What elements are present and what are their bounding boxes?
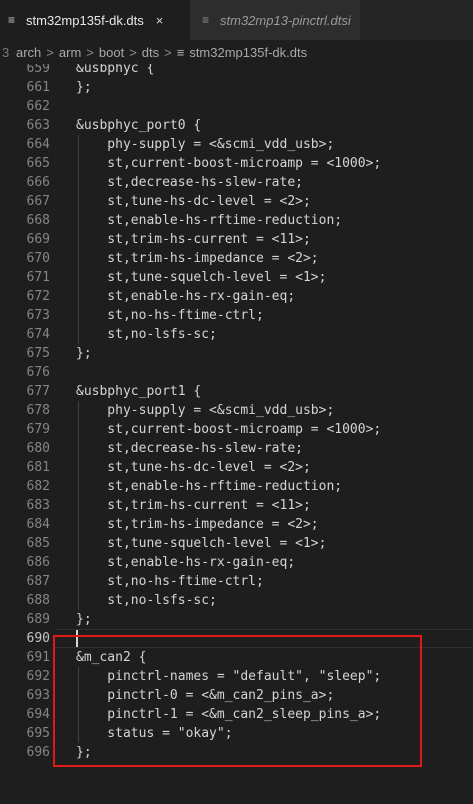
line-number: 675 <box>26 346 50 361</box>
breadcrumb-item-arch[interactable]: arch <box>16 45 41 60</box>
code-line[interactable]: st,current-boost-microamp = <1000>; <box>76 420 473 439</box>
line-number: 674 <box>26 327 50 342</box>
line-number: 681 <box>26 460 50 475</box>
line-number: 688 <box>26 593 50 608</box>
line-number: 685 <box>26 536 50 551</box>
line-number: 667 <box>26 194 50 209</box>
line-number: 666 <box>26 175 50 190</box>
line-number: 676 <box>26 365 50 380</box>
line-number: 673 <box>26 308 50 323</box>
line-number: 659 <box>26 64 50 76</box>
line-number: 684 <box>26 517 50 532</box>
tab-label: stm32mp135f-dk.dts <box>26 12 144 28</box>
code-line[interactable]: }; <box>76 78 473 97</box>
line-number: 669 <box>26 232 50 247</box>
tab-stm32mp13-pinctrl-dtsi[interactable]: ≡ stm32mp13-pinctrl.dtsi <box>190 0 360 40</box>
code-line[interactable]: st,decrease-hs-slew-rate; <box>76 173 473 192</box>
code-line[interactable]: st,trim-hs-impedance = <2>; <box>76 249 473 268</box>
line-number: 687 <box>26 574 50 589</box>
line-number: 665 <box>26 156 50 171</box>
red-highlight-box <box>53 635 422 767</box>
code-line[interactable]: st,no-hs-ftime-ctrl; <box>76 572 473 591</box>
line-number: 696 <box>26 745 50 760</box>
line-number: 672 <box>26 289 50 304</box>
line-number: 693 <box>26 688 50 703</box>
code-line[interactable]: st,tune-squelch-level = <1>; <box>76 268 473 287</box>
line-number: 695 <box>26 726 50 741</box>
code-line[interactable]: st,tune-squelch-level = <1>; <box>76 534 473 553</box>
code-line[interactable]: phy-supply = <&scmi_vdd_usb>; <box>76 135 473 154</box>
code-line[interactable]: phy-supply = <&scmi_vdd_usb>; <box>76 401 473 420</box>
breadcrumb-separator: > <box>46 44 54 60</box>
breadcrumb-item-boot[interactable]: boot <box>99 45 124 60</box>
code-line[interactable]: st,tune-hs-dc-level = <2>; <box>76 458 473 477</box>
breadcrumb-separator: > <box>164 44 172 60</box>
line-number: 683 <box>26 498 50 513</box>
code-line[interactable]: st,trim-hs-current = <11>; <box>76 496 473 515</box>
code-line[interactable]: st,no-hs-ftime-ctrl; <box>76 306 473 325</box>
breadcrumb-item-arm[interactable]: arm <box>59 45 81 60</box>
line-number: 677 <box>26 384 50 399</box>
line-number: 671 <box>26 270 50 285</box>
tab-stm32mp135f-dk-dts[interactable]: ≡ stm32mp135f-dk.dts × <box>0 0 190 40</box>
code-line[interactable]: st,enable-hs-rx-gain-eq; <box>76 553 473 572</box>
line-number: 680 <box>26 441 50 456</box>
code-line[interactable]: st,decrease-hs-slew-rate; <box>76 439 473 458</box>
code-line[interactable]: st,tune-hs-dc-level = <2>; <box>76 192 473 211</box>
line-number: 694 <box>26 707 50 722</box>
code-line[interactable]: st,no-lsfs-sc; <box>76 325 473 344</box>
breadcrumb-item-dts[interactable]: dts <box>142 45 159 60</box>
editor-tab-bar: ≡ stm32mp135f-dk.dts × ≡ stm32mp13-pinct… <box>0 0 473 40</box>
breadcrumb: 3 arch > arm > boot > dts > ≡ stm32mp135… <box>0 40 473 64</box>
code-line[interactable]: &usbphyc_port1 { <box>76 382 473 401</box>
line-number: 664 <box>26 137 50 152</box>
line-number: 692 <box>26 669 50 684</box>
code-line[interactable]: &usbphyc_port0 { <box>76 116 473 135</box>
line-number: 691 <box>26 650 50 665</box>
line-number: 686 <box>26 555 50 570</box>
breadcrumb-item-file[interactable]: stm32mp135f-dk.dts <box>189 45 307 60</box>
lines-file-icon: ≡ <box>202 13 210 27</box>
code-line[interactable]: st,enable-hs-rftime-reduction; <box>76 477 473 496</box>
line-number: 668 <box>26 213 50 228</box>
breadcrumb-edge-fragment: 3 <box>2 44 10 60</box>
code-line[interactable]: st,no-lsfs-sc; <box>76 591 473 610</box>
code-line[interactable]: st,enable-hs-rftime-reduction; <box>76 211 473 230</box>
line-number: 661 <box>26 80 50 95</box>
lines-file-icon: ≡ <box>8 13 16 27</box>
line-number: 682 <box>26 479 50 494</box>
line-number: 690 <box>26 631 50 646</box>
code-line[interactable]: }; <box>76 610 473 629</box>
code-line[interactable]: st,current-boost-microamp = <1000>; <box>76 154 473 173</box>
line-number: 679 <box>26 422 50 437</box>
breadcrumb-separator: > <box>129 44 137 60</box>
code-line[interactable]: &usbphyc { <box>76 64 473 78</box>
code-line[interactable]: st,trim-hs-impedance = <2>; <box>76 515 473 534</box>
line-number: 689 <box>26 612 50 627</box>
line-number: 663 <box>26 118 50 133</box>
close-icon[interactable]: × <box>156 13 164 28</box>
line-number: 662 <box>26 99 50 114</box>
lines-file-icon: ≡ <box>176 44 185 60</box>
breadcrumb-separator: > <box>86 44 94 60</box>
tab-label: stm32mp13-pinctrl.dtsi <box>220 12 351 28</box>
code-line[interactable]: }; <box>76 344 473 363</box>
line-number: 678 <box>26 403 50 418</box>
line-number: 670 <box>26 251 50 266</box>
code-line[interactable]: st,trim-hs-current = <11>; <box>76 230 473 249</box>
code-line[interactable]: st,enable-hs-rx-gain-eq; <box>76 287 473 306</box>
